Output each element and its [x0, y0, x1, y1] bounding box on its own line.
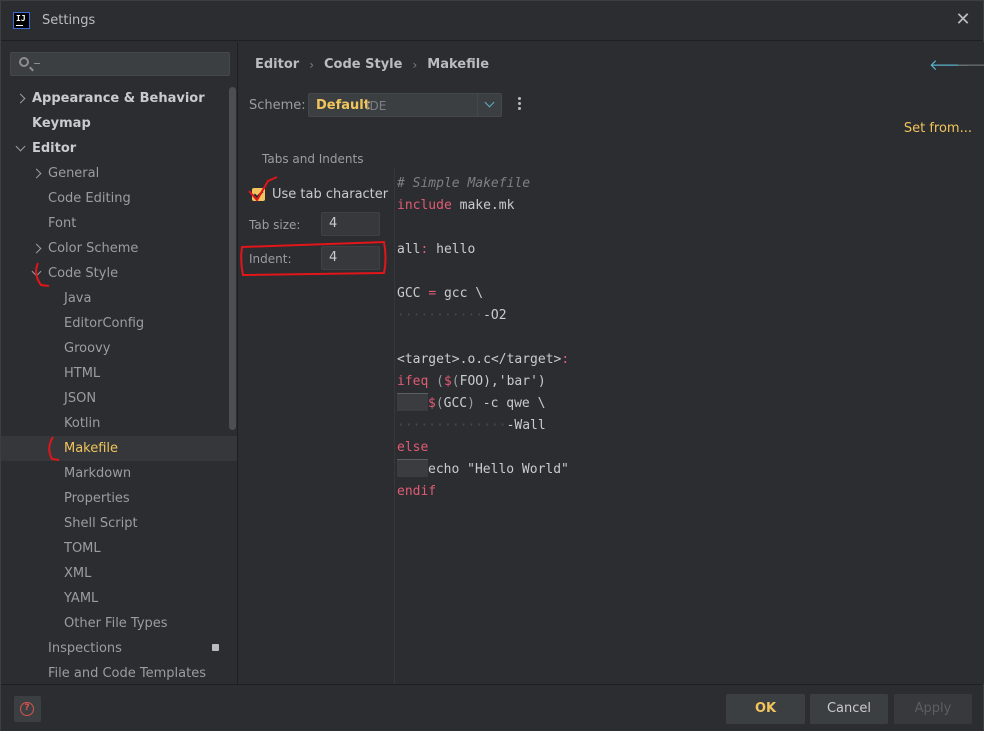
annotation-makefile [48, 436, 60, 461]
annotation-checkbox [248, 176, 278, 202]
annotation-code-style [35, 262, 50, 287]
settings-window: IJ Settings ✕ Appearance & Behavior Keyma… [0, 0, 984, 731]
annotation-overlay [35, 176, 387, 461]
annotation-indent-box [240, 240, 387, 277]
